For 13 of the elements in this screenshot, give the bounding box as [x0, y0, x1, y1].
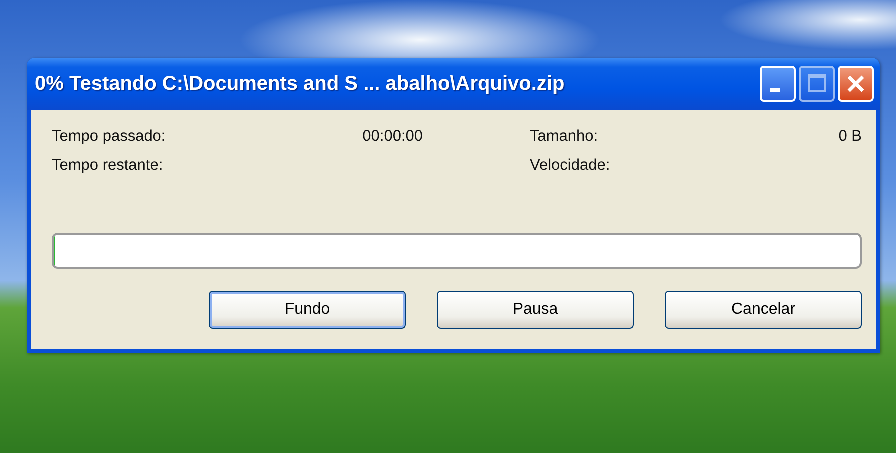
minimize-icon[interactable] [760, 66, 796, 102]
stat-value: 00:00:00 [362, 128, 423, 146]
dialog-button[interactable]: Fundo [209, 291, 406, 329]
stat-label: Tempo restante: [52, 157, 164, 175]
dialog-button[interactable]: Cancelar [665, 291, 862, 329]
window-title: 0% Testando C:\Documents and S ... abalho\Arquivo.zip [35, 72, 566, 96]
stat-label: Velocidade: [529, 157, 612, 175]
stat-label: Tempo passado: [52, 128, 167, 146]
stat-value: 0 B [838, 128, 862, 146]
stat-label: Tamanho: [529, 128, 600, 146]
maximize-icon[interactable] [799, 66, 835, 102]
dialog-button[interactable]: Pausa [437, 291, 634, 329]
close-icon[interactable] [838, 66, 874, 102]
